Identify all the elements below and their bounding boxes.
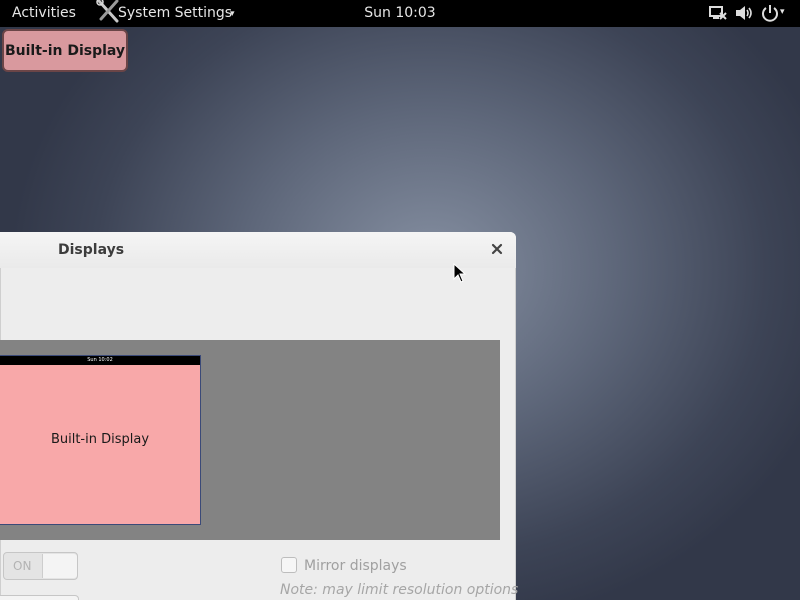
switch-on-label: ON [13,559,32,573]
display-identifier-label: Built-in Display [2,29,128,72]
displays-dialog: Displays Sun 10:02 Built-in Display ON M… [0,232,519,600]
mouse-pointer-icon [453,263,467,283]
mirror-displays-checkbox[interactable] [281,557,297,573]
mirror-displays-label[interactable]: Mirror displays [304,558,407,574]
chevron-down-icon: ▾ [230,9,235,19]
monitor-name: Built-in Display [50,432,150,447]
resolution-combo[interactable] [0,595,79,600]
display-arrangement-area[interactable]: Sun 10:02 Built-in Display [0,340,500,540]
monitor-preview-topbar: Sun 10:02 [0,356,200,365]
system-status-area[interactable]: ▾ [708,3,788,25]
power-icon[interactable] [760,3,780,23]
dialog-title: Displays [58,242,125,258]
display-on-switch[interactable]: ON [3,552,78,580]
network-icon[interactable] [708,3,728,23]
activities-button[interactable]: Activities [12,5,76,21]
settings-tools-icon [96,0,119,23]
dialog-titlebar[interactable]: Displays [0,232,516,268]
clock[interactable]: Sun 10:03 [364,5,435,21]
switch-knob[interactable] [42,554,77,578]
app-menu-label: System Settings [118,5,233,21]
power-menu-chevron-icon: ▾ [780,7,785,17]
monitor-built-in-display[interactable]: Sun 10:02 Built-in Display [0,355,201,525]
volume-icon[interactable] [734,3,754,23]
close-icon[interactable] [488,240,506,258]
mirror-note: Note: may limit resolution options [280,582,519,598]
top-bar: Activities System Settings ▾ Sun 10:03 ▾ [0,0,800,27]
